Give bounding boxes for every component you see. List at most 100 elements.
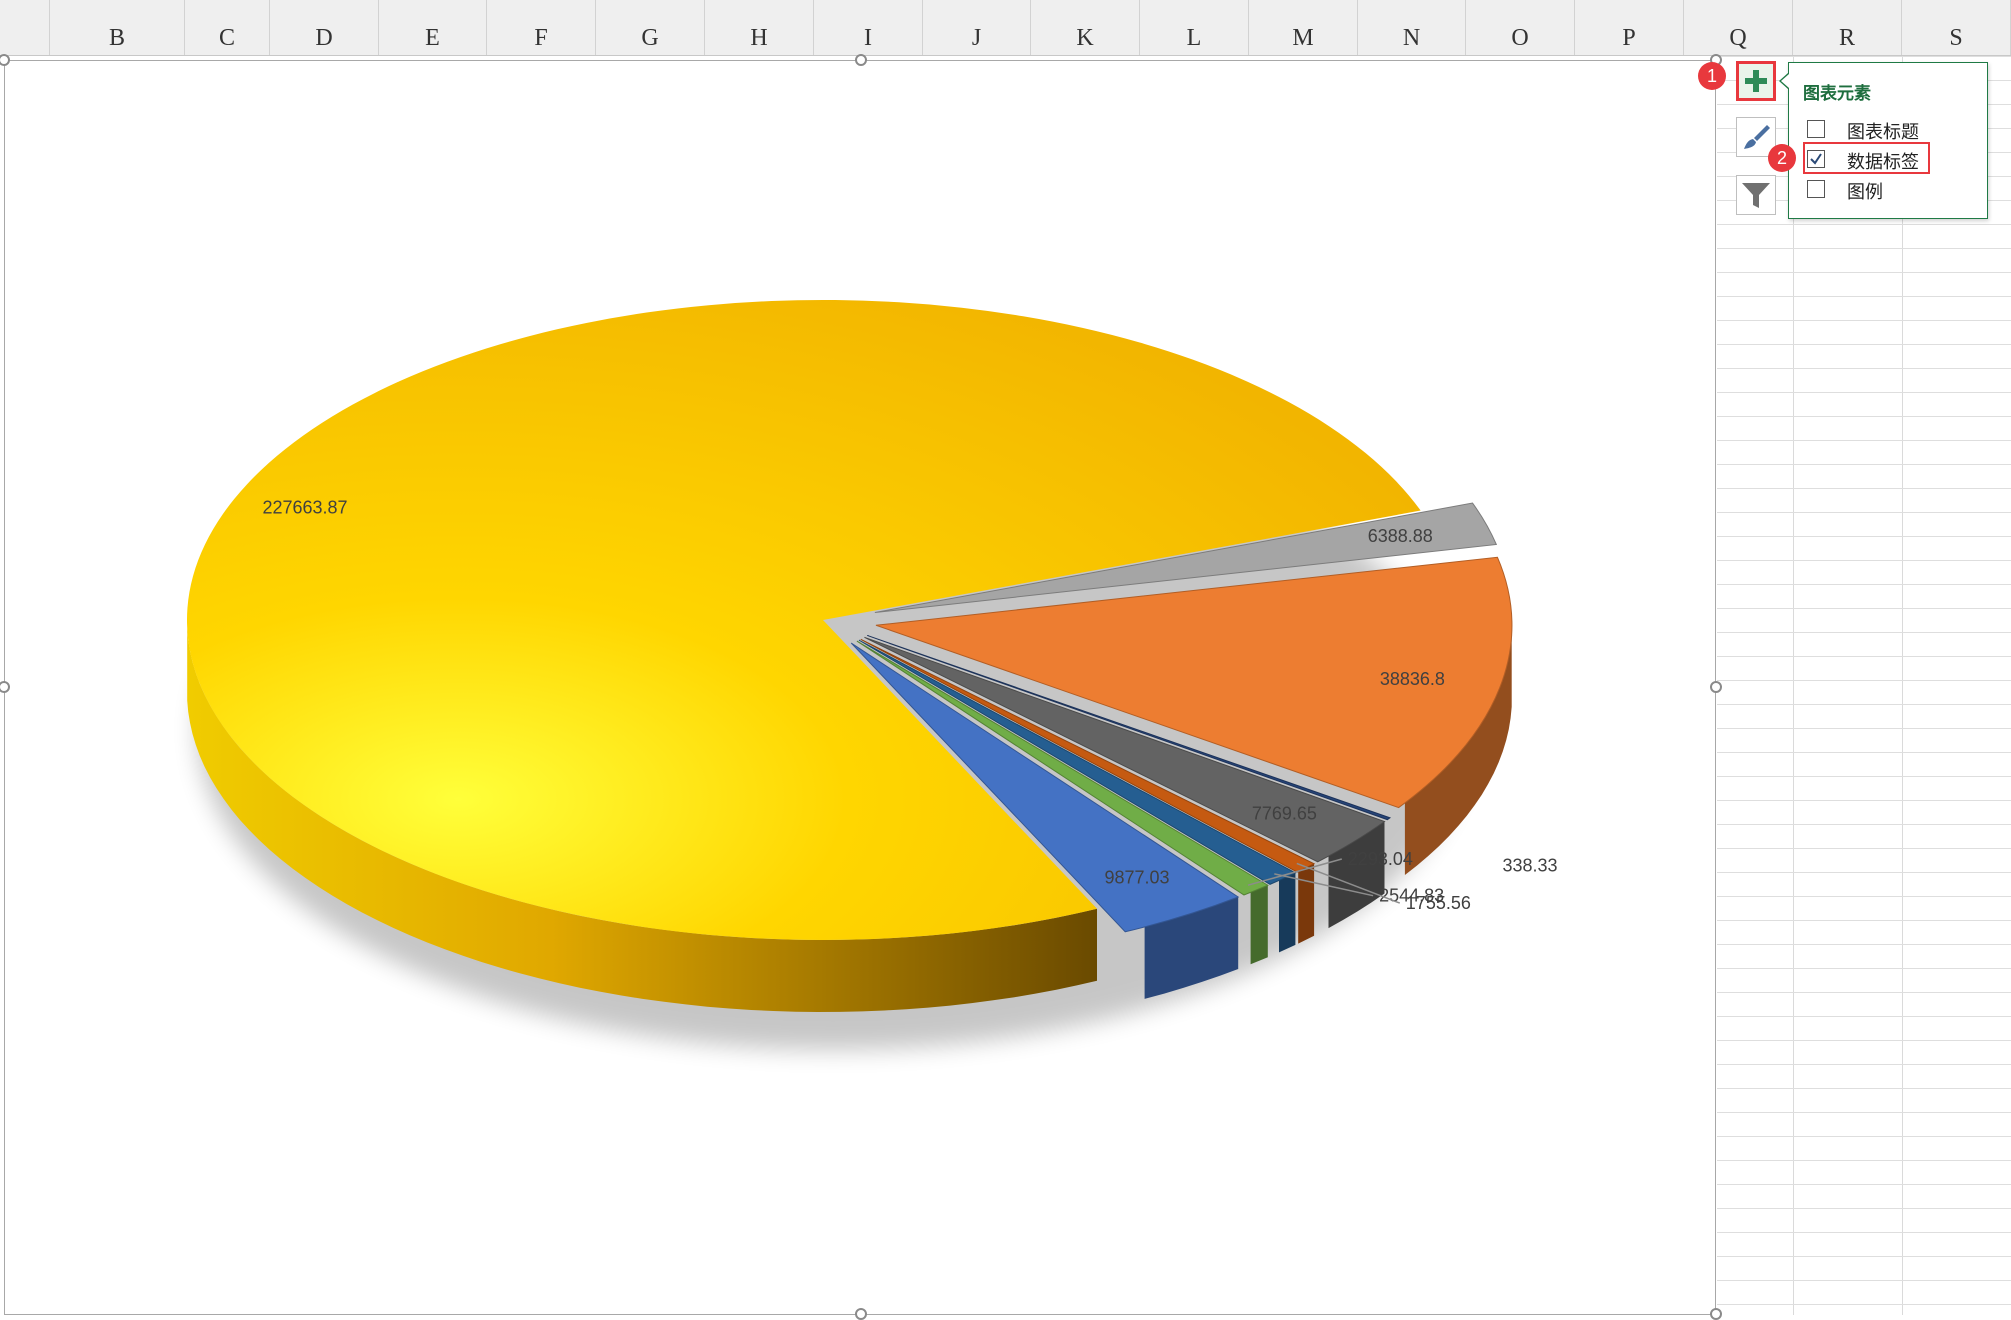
grid-row-line (1717, 416, 2011, 417)
chart-title-option-label: 图表标题 (1847, 122, 1919, 143)
grid-row-line (1717, 320, 2011, 321)
grid-row-line (1717, 584, 2011, 585)
grid-row-line (1717, 920, 2011, 921)
grid-row-line (1717, 656, 2011, 657)
grid-row-line (1717, 392, 2011, 393)
grid-row-line (1717, 1016, 2011, 1017)
step-badge-1: 1 (1698, 62, 1726, 90)
data-label-2[interactable]: 9877.03 (1104, 868, 1169, 888)
grid-row-line (1717, 992, 2011, 993)
grid-row-line (1717, 800, 2011, 801)
step-badge-2: 2 (1768, 144, 1796, 172)
grid-row-line (1717, 632, 2011, 633)
pie-slice-side-4 (1279, 872, 1296, 953)
data-label-3[interactable]: 2293.04 (1348, 849, 1413, 869)
grid-row-line (1717, 680, 2011, 681)
data-label-8[interactable]: 38836.8 (1380, 669, 1445, 689)
column-header-j[interactable]: J (923, 0, 1031, 55)
column-header-h[interactable]: H (705, 0, 814, 55)
grid-row-line (1717, 848, 2011, 849)
data-label-7[interactable]: 338.33 (1503, 856, 1558, 876)
column-header-m[interactable]: M (1249, 0, 1358, 55)
data-label-9[interactable]: 6388.88 (1368, 526, 1433, 546)
data-label-6[interactable]: 7769.65 (1252, 804, 1317, 824)
column-header-n[interactable]: N (1358, 0, 1466, 55)
grid-row-line (1717, 1160, 2011, 1161)
grid-row-line (1717, 776, 2011, 777)
grid-row-line (1717, 1040, 2011, 1041)
column-header-e[interactable]: E (379, 0, 487, 55)
grid-row-line (1717, 344, 2011, 345)
data-label-5[interactable]: 1755.56 (1406, 893, 1471, 913)
legend-option-label: 图例 (1847, 182, 1883, 203)
column-header-r[interactable]: R (1793, 0, 1902, 55)
grid-row-line (1717, 872, 2011, 873)
column-header-bar: B C D E F G H I J K L M N O P Q R S (0, 0, 2011, 56)
grid-row-line (1717, 248, 2011, 249)
grid-row-line (1717, 512, 2011, 513)
chart-area[interactable]: 227663.87 9877.03 2293.04 2544.83 1755.56 776… (0, 54, 1722, 1320)
grid-column-line (1793, 56, 1794, 1315)
pie-slice-side-3 (1250, 885, 1268, 965)
column-header-i[interactable]: I (814, 0, 923, 55)
column-header-l[interactable]: L (1140, 0, 1249, 55)
grid-row-line (1717, 1112, 2011, 1113)
column-header-q[interactable]: Q (1684, 0, 1793, 55)
sheet-grid[interactable] (1717, 56, 2011, 1315)
column-header-o[interactable]: O (1466, 0, 1575, 55)
grid-row-line (1717, 56, 2011, 57)
grid-row-line (1717, 824, 2011, 825)
grid-row-line (1717, 1136, 2011, 1137)
legend-checkbox[interactable] (1807, 180, 1825, 198)
grid-row-line (1717, 464, 2011, 465)
grid-row-line (1717, 536, 2011, 537)
grid-row-line (1717, 608, 2011, 609)
popup-title: 图表元素 (1803, 84, 1871, 104)
grid-row-line (1717, 1184, 2011, 1185)
grid-row-line (1717, 560, 2011, 561)
pie-slice-side-5 (1298, 863, 1315, 944)
grid-row-line (1717, 1256, 2011, 1257)
grid-row-line (1717, 224, 2011, 225)
grid-row-line (1717, 1304, 2011, 1305)
grid-row-line (1717, 296, 2011, 297)
grid-row-line (1717, 488, 2011, 489)
resize-handle-bottom-right[interactable] (1710, 1308, 1722, 1320)
resize-handle-right[interactable] (1710, 681, 1722, 693)
column-header-f[interactable]: F (487, 0, 596, 55)
grid-row-line (1717, 944, 2011, 945)
column-header-b[interactable]: B (50, 0, 185, 55)
grid-row-line (1717, 896, 2011, 897)
resize-handle-top[interactable] (855, 54, 867, 66)
column-header-c[interactable]: C (185, 0, 270, 55)
plus-icon (1745, 70, 1767, 92)
grid-row-line (1717, 1208, 2011, 1209)
column-header-s[interactable]: S (1902, 0, 2011, 55)
column-header-k[interactable]: K (1031, 0, 1140, 55)
popup-arrow-fill (1781, 74, 1789, 88)
chart-elements-button[interactable] (1736, 61, 1776, 101)
grid-row-line (1717, 1064, 2011, 1065)
chart-title-checkbox[interactable] (1807, 120, 1825, 138)
grid-row-line (1717, 1280, 2011, 1281)
grid-row-line (1717, 1232, 2011, 1233)
chart-elements-popup: 图表元素 图表标题 数据标签 图例 (1788, 62, 1988, 219)
grid-row-line (1717, 704, 2011, 705)
column-header-d[interactable]: D (270, 0, 379, 55)
grid-row-line (1717, 728, 2011, 729)
pie-chart[interactable]: 227663.879877.032293.042544.831755.56776… (5, 61, 1717, 1316)
grid-row-line (1717, 440, 2011, 441)
data-label-1[interactable]: 227663.87 (262, 497, 347, 517)
grid-row-line (1717, 1088, 2011, 1089)
column-header-p[interactable]: P (1575, 0, 1684, 55)
grid-row-line (1717, 368, 2011, 369)
resize-handle-bottom[interactable] (855, 1308, 867, 1320)
filter-icon (1742, 183, 1770, 208)
column-header-g[interactable]: G (596, 0, 705, 55)
grid-row-line (1717, 272, 2011, 273)
grid-column-line (1902, 56, 1903, 1315)
grid-row-line (1717, 752, 2011, 753)
chart-filters-button[interactable] (1736, 175, 1776, 215)
data-labels-highlight-box (1803, 142, 1930, 174)
column-header-a-partial[interactable] (0, 0, 50, 55)
